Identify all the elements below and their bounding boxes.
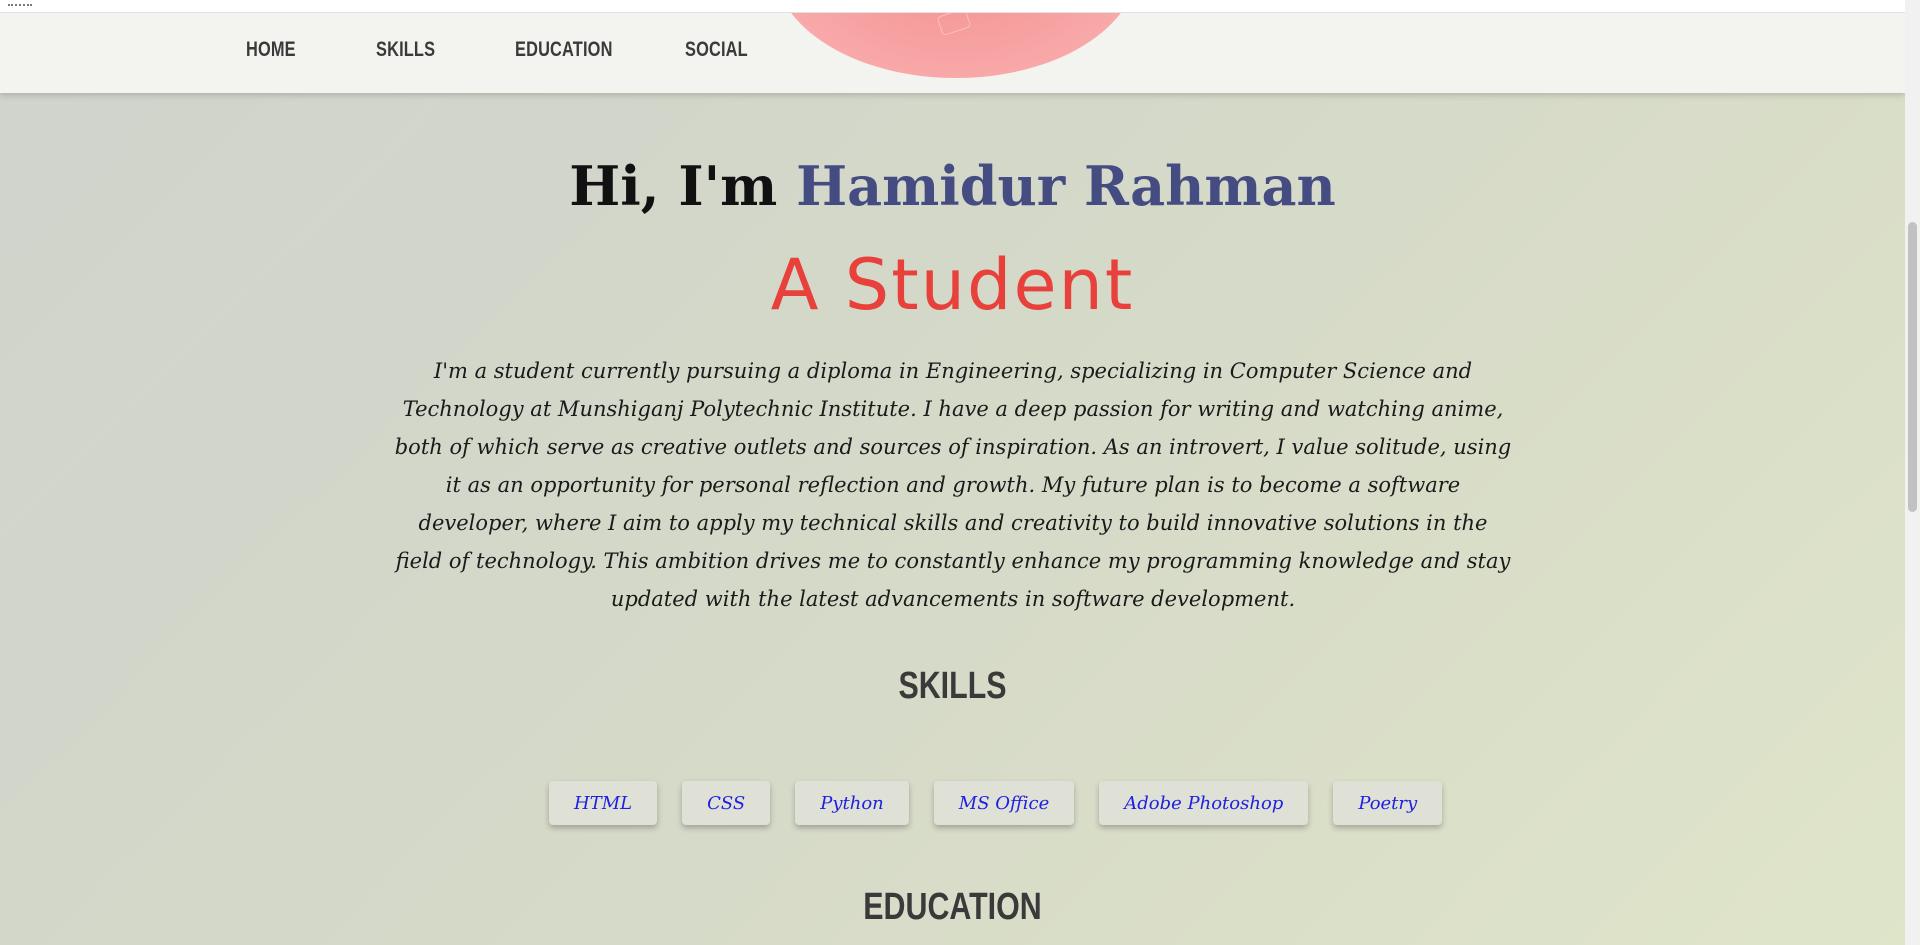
navbar: HOME SKILLS EDUCATION SOCIAL [0, 12, 1905, 93]
nav-link-home[interactable]: HOME [246, 38, 296, 62]
person-name: Hamidur Rahman [796, 154, 1336, 218]
nav-link-education[interactable]: EDUCATION [515, 38, 613, 62]
ellipsis-icon [8, 0, 32, 6]
skill-chip-poetry[interactable]: Poetry [1333, 781, 1443, 825]
greeting-heading: Hi, I'm Hamidur Rahman [0, 153, 1905, 219]
skill-chip-ms-office[interactable]: MS Office [933, 781, 1075, 825]
education-section-title: EDUCATION [863, 886, 1042, 928]
skill-chip-css[interactable]: CSS [682, 781, 771, 825]
skill-chip-html[interactable]: HTML [549, 781, 658, 825]
role-title: A Student [770, 244, 1135, 326]
skill-chip-adobe-photoshop[interactable]: Adobe Photoshop [1099, 781, 1309, 825]
skills-section-title: SKILLS [898, 665, 1007, 707]
nav-link-social[interactable]: SOCIAL [685, 38, 748, 62]
profile-avatar [774, 12, 1138, 78]
avatar-image-detail [936, 12, 972, 37]
scrollbar-thumb[interactable] [1908, 222, 1917, 512]
browser-top-strip [0, 0, 1905, 13]
greeting-prefix: Hi, I'm [569, 154, 797, 218]
about-paragraph: I'm a student currently pursuing a diplo… [394, 359, 1512, 611]
skill-chip-python[interactable]: Python [795, 781, 909, 825]
vertical-scrollbar[interactable] [1905, 0, 1920, 945]
skills-list: HTML CSS Python MS Office Adobe Photosho… [549, 781, 1443, 825]
nav-link-skills[interactable]: SKILLS [376, 38, 435, 62]
